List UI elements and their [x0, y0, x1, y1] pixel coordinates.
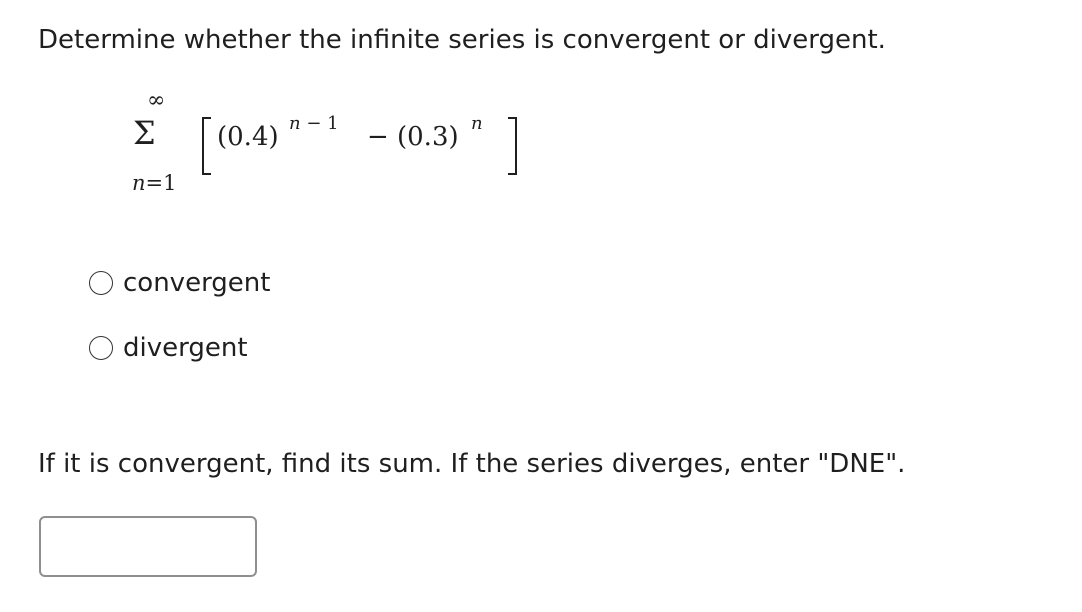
lower-index-var: n: [132, 171, 146, 195]
minus-operator: −: [367, 122, 389, 152]
radio-convergent[interactable]: [89, 271, 113, 295]
radio-divergent[interactable]: [89, 336, 113, 360]
term2-exponent: n: [471, 113, 483, 134]
sigma-symbol: Σ: [133, 114, 156, 152]
instruction-text: If it is convergent, find its sum. If th…: [38, 449, 906, 479]
option-divergent[interactable]: divergent: [89, 331, 248, 365]
left-bracket: [202, 117, 211, 175]
option-convergent-label[interactable]: convergent: [123, 266, 270, 300]
term1-exponent-var: n: [289, 113, 301, 134]
lower-index-value: =1: [145, 171, 177, 195]
upper-limit: ∞: [147, 88, 166, 113]
term1-base: (0.4): [217, 122, 279, 152]
answer-input[interactable]: [39, 516, 257, 577]
question-text: Determine whether the infinite series is…: [38, 25, 886, 55]
option-divergent-label[interactable]: divergent: [123, 331, 248, 365]
term2-base: (0.3): [397, 122, 459, 152]
option-convergent[interactable]: convergent: [89, 266, 270, 300]
term1-exponent-rest: − 1: [300, 113, 339, 134]
lower-limit: n=1: [132, 171, 177, 195]
term1-exponent: n − 1: [289, 113, 339, 134]
right-bracket: [508, 117, 517, 175]
